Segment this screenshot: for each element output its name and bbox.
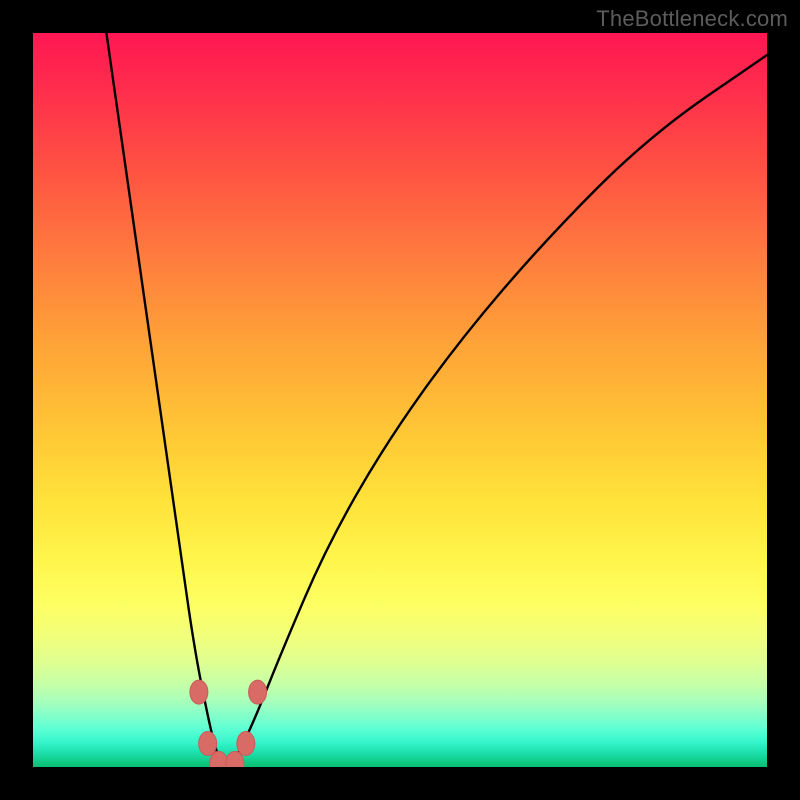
watermark-text: TheBottleneck.com <box>596 6 788 32</box>
plot-area <box>33 33 767 767</box>
curve-marker-2 <box>199 732 217 756</box>
curve-marker-0 <box>190 680 208 704</box>
bottleneck-curve <box>33 33 767 767</box>
curve-marker-1 <box>249 680 267 704</box>
chart-frame: TheBottleneck.com <box>0 0 800 800</box>
curve-path <box>106 33 767 767</box>
curve-marker-3 <box>237 732 255 756</box>
